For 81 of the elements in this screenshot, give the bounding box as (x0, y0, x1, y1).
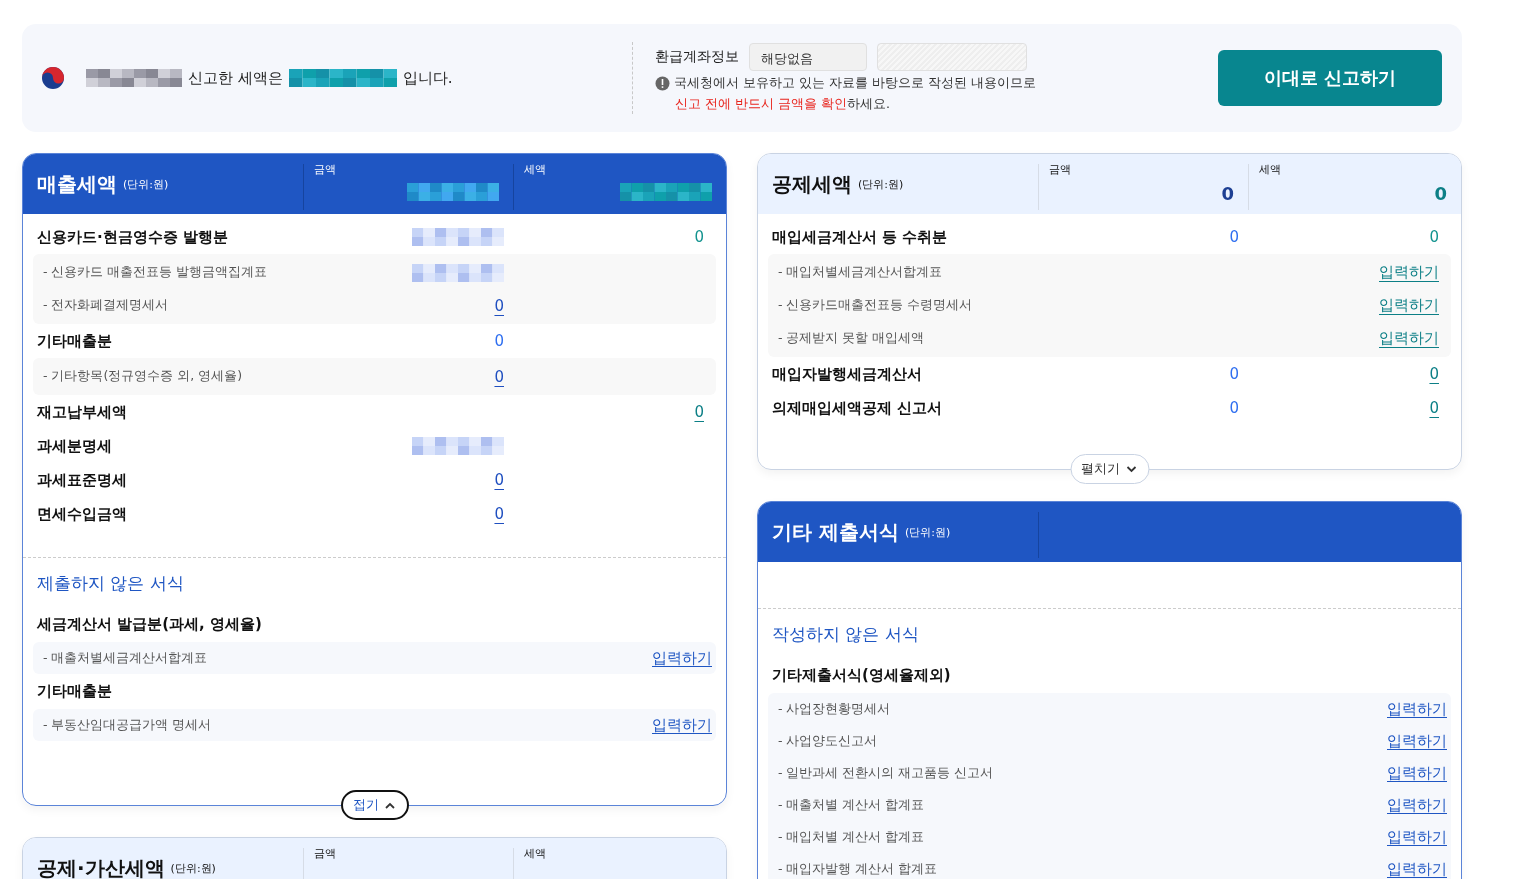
form-label: - 매입자발행 계산서 합계표 (777, 860, 938, 878)
amount-link[interactable]: 0 (494, 296, 504, 315)
input-link[interactable]: 입력하기 (1387, 763, 1447, 783)
panel-title: 공제·가산세액 (37, 854, 165, 879)
form-label: - 매출처별세금계산서합계표 (42, 649, 208, 667)
row-label: 기타매출분 (37, 331, 113, 351)
amount-value: 0 (1429, 228, 1439, 246)
panel-title: 공제세액 (772, 170, 852, 198)
input-link[interactable]: 입력하기 (652, 648, 712, 668)
info-icon (655, 76, 670, 91)
emblem-icon (40, 65, 66, 91)
row-label: 신용카드·현금영수증 발행분 (37, 227, 229, 247)
amount-value: 0 (494, 332, 504, 350)
submit-button[interactable]: 이대로 신고하기 (1218, 50, 1442, 106)
form-label: - 매출처별 계산서 합계표 (777, 796, 925, 814)
column-label: 세액 (524, 846, 547, 861)
amount-link[interactable]: 0 (494, 505, 504, 523)
amount-value: 0 (1221, 183, 1234, 204)
amount-value: 0 (694, 228, 704, 246)
input-link[interactable]: 입력하기 (1387, 859, 1447, 879)
form-label: - 사업장현황명세서 (777, 700, 891, 718)
panel-title: 매출세액 (37, 170, 117, 198)
form-label: - 사업양도신고서 (777, 732, 878, 750)
toggle-button[interactable]: 접기 (340, 790, 409, 820)
amount-link[interactable]: 0 (494, 471, 504, 489)
input-link[interactable]: 입력하기 (652, 715, 712, 735)
sub-row-label: - 신용카드 매출전표등 발행금액집계표 (42, 264, 269, 281)
panel-title: 기타 제출서식 (772, 518, 899, 546)
sub-row-label: - 신용카드매출전표등 수령명세서 (777, 297, 974, 314)
row-label: 면세수입금액 (37, 504, 128, 524)
amount-link[interactable]: 0 (1429, 399, 1439, 417)
amount-link[interactable]: 0 (694, 403, 704, 421)
unit-label: (단위:원) (170, 860, 216, 876)
form-group-title: 기타매출분 (36, 681, 113, 702)
amount-link[interactable]: 입력하기 (1379, 263, 1439, 282)
unit-label: (단위:원) (858, 176, 904, 192)
row-label: 매입자발행세금계산서 (772, 364, 923, 384)
banner-text: 신고한 세액은 (188, 68, 283, 88)
column-label: 금액 (314, 162, 337, 177)
warning-text: 신고 전에 반드시 금액을 확인하세요. (674, 96, 891, 113)
column-label: 세액 (524, 162, 547, 177)
amount-link[interactable]: 0 (494, 367, 504, 386)
form-label: - 매입처별 계산서 합계표 (777, 828, 925, 846)
amount-link[interactable]: 0 (1429, 365, 1439, 383)
amount-link[interactable]: 입력하기 (1379, 329, 1439, 348)
form-label: - 부동산임대공급가액 명세서 (42, 716, 212, 734)
sub-row-label: - 기타항목(정규영수증 외, 영세율) (42, 368, 244, 385)
section-title: 제출하지 않은 서식 (36, 572, 185, 595)
row-label: 의제매입세액공제 신고서 (772, 398, 944, 418)
amount-value: 0 (1229, 399, 1239, 417)
form-label: - 일반과세 전환시의 재고품등 신고서 (777, 764, 994, 782)
row-label: 과세분명세 (37, 436, 113, 456)
amount-value: 0 (1434, 183, 1447, 204)
form-group-title: 세금계산서 발급분(과세, 영세율) (36, 614, 263, 635)
column-label: 세액 (1259, 162, 1282, 177)
amount-link[interactable]: 입력하기 (1379, 296, 1439, 315)
refund-label: 환급계좌정보 (655, 48, 739, 66)
input-link[interactable]: 입력하기 (1387, 827, 1447, 847)
row-label: 매입세금계산서 등 수취분 (772, 227, 949, 247)
unit-label: (단위:원) (123, 176, 169, 192)
form-group-title: 기타제출서식(영세율제외) (771, 665, 952, 686)
row-label: 재고납부세액 (37, 402, 128, 422)
column-label: 금액 (1049, 162, 1072, 177)
amount-value: 0 (1229, 228, 1239, 246)
sub-row-label: - 공제받지 못할 매입세액 (777, 330, 926, 347)
toggle-button[interactable]: 펼치기 (1070, 454, 1149, 484)
row-label: 과세표준명세 (37, 470, 128, 490)
input-link[interactable]: 입력하기 (1387, 699, 1447, 719)
banner-text: 입니다. (402, 68, 453, 88)
input-link[interactable]: 입력하기 (1387, 795, 1447, 815)
sub-row-label: - 전자화폐결제명세서 (42, 297, 170, 314)
column-label: 금액 (314, 846, 337, 861)
amount-value: 0 (1229, 365, 1239, 383)
sub-row-label: - 매입처별세금계산서합계표 (777, 264, 944, 281)
input-link[interactable]: 입력하기 (1387, 731, 1447, 751)
notice-text: 국세청에서 보유하고 있는 자료를 바탕으로 작성된 내용이므로 (674, 75, 1036, 92)
caret-icon (1126, 465, 1136, 473)
unit-label: (단위:원) (904, 524, 951, 540)
caret-icon (384, 801, 395, 809)
section-title: 작성하지 않은 서식 (771, 623, 920, 646)
account-field[interactable]: 해당없음 (749, 43, 867, 71)
